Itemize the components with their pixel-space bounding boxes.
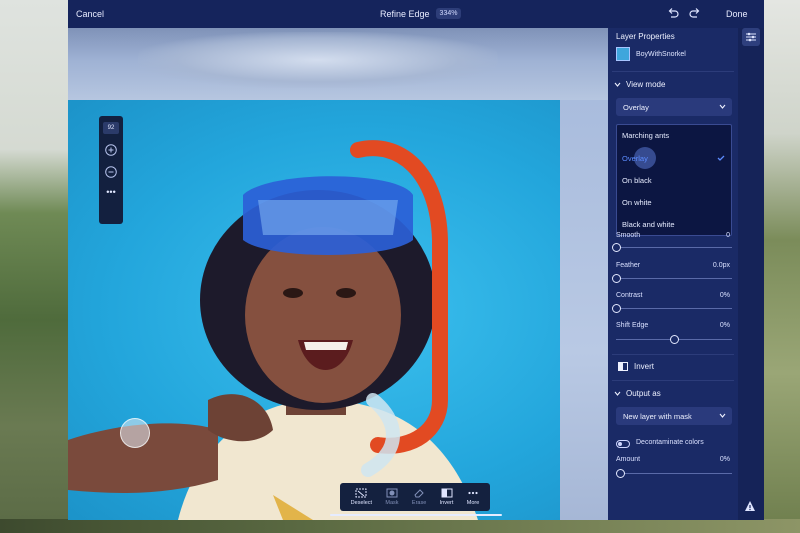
smooth-slider-knob[interactable] — [611, 243, 621, 252]
horizontal-scrollbar[interactable] — [330, 514, 502, 516]
contrast-slider-knob[interactable] — [611, 304, 621, 313]
amount-value: 0% — [719, 456, 730, 463]
chevron-down-icon — [719, 413, 726, 418]
tool-label: Mask — [385, 500, 399, 506]
output-section-toggle[interactable]: Output as — [614, 389, 661, 398]
tool-more[interactable]: More — [466, 488, 480, 506]
top-bar: Cancel Refine Edge 334% Done — [68, 0, 764, 28]
divider — [612, 380, 734, 381]
more-options-icon[interactable]: ••• — [106, 188, 115, 197]
view-mode-dropdown: Marching ants Overlay On black On white … — [616, 124, 732, 236]
contrast-value: 0% — [719, 292, 730, 299]
shift-edge-label: Shift Edge — [616, 322, 649, 329]
invert-label: Invert — [634, 362, 655, 371]
divider — [612, 71, 734, 72]
image-canvas[interactable]: 92 ••• Deselect Mask Erase Invert More — [68, 28, 608, 520]
page-title: Refine Edge — [380, 8, 430, 19]
increase-brush-icon[interactable] — [105, 144, 117, 156]
layer-name: BoyWithSnorkel — [636, 51, 686, 58]
feather-slider-knob[interactable] — [611, 274, 621, 283]
view-mode-option-on-black[interactable]: On black — [622, 176, 652, 185]
canvas-background-right — [560, 100, 608, 520]
shift-edge-value: 0% — [719, 322, 730, 329]
feather-label: Feather — [616, 262, 641, 269]
view-mode-option-overlay[interactable]: Overlay — [622, 154, 648, 163]
feather-slider-track[interactable] — [616, 278, 732, 279]
brush-size-value[interactable]: 92 — [103, 122, 119, 134]
shift-edge-slider-knob[interactable] — [669, 335, 679, 344]
tool-label: Invert — [439, 500, 454, 506]
deselect-icon — [355, 488, 367, 498]
more-icon — [468, 491, 478, 495]
tool-invert[interactable]: Invert — [439, 488, 454, 506]
smooth-slider-track[interactable] — [616, 247, 732, 248]
redo-icon[interactable] — [688, 6, 702, 20]
panel-title: Layer Properties — [616, 32, 675, 41]
warning-icon[interactable] — [744, 500, 756, 512]
decontaminate-toggle[interactable] — [616, 440, 630, 448]
view-mode-label: View mode — [626, 80, 666, 89]
smooth-label: Smooth — [616, 232, 641, 239]
decrease-brush-icon[interactable] — [105, 166, 117, 178]
mask-icon — [386, 488, 398, 498]
smooth-value: 0 — [726, 232, 730, 239]
output-select[interactable]: New layer with mask — [616, 407, 732, 425]
chevron-down-icon — [614, 82, 621, 87]
invert-button[interactable]: Invert — [618, 362, 654, 371]
tool-label: Deselect — [350, 500, 373, 506]
view-mode-option-black-and-white[interactable]: Black and white — [622, 220, 675, 229]
app-screen: Cancel Refine Edge 334% Done 92 ••• Dese… — [68, 0, 764, 520]
tool-label: Erase — [411, 500, 427, 506]
background-scenery-left — [0, 0, 70, 533]
tool-deselect[interactable]: Deselect — [351, 488, 372, 506]
bottom-toolbar: Deselect Mask Erase Invert More — [340, 483, 490, 511]
decontaminate-label: Decontaminate colors — [636, 439, 704, 446]
view-mode-select[interactable]: Overlay — [616, 98, 732, 116]
output-as-label: Output as — [626, 389, 661, 398]
cancel-button[interactable]: Cancel — [76, 9, 104, 19]
view-mode-section-toggle[interactable]: View mode — [614, 80, 665, 89]
layer-thumbnail[interactable] — [616, 47, 630, 61]
ceiling-ornament — [138, 32, 498, 88]
chevron-down-icon — [719, 104, 726, 109]
background-scenery-right — [760, 0, 800, 533]
layer-properties-panel: Layer Properties BoyWithSnorkel View mod… — [608, 28, 738, 520]
output-selected: New layer with mask — [623, 412, 692, 421]
title-group: Refine Edge 334% — [380, 8, 462, 19]
done-button[interactable]: Done — [726, 9, 748, 19]
amount-slider-knob[interactable] — [616, 469, 625, 478]
invert-icon — [618, 362, 628, 371]
amount-slider-track[interactable] — [616, 473, 732, 474]
child-with-snorkel-image — [68, 140, 478, 520]
undo-icon[interactable] — [666, 6, 680, 20]
invert-icon — [441, 488, 452, 498]
chevron-down-icon — [614, 391, 621, 396]
contrast-label: Contrast — [616, 292, 643, 299]
adjustments-icon[interactable] — [742, 28, 760, 46]
zoom-level-badge[interactable]: 334% — [435, 8, 462, 19]
tool-erase[interactable]: Erase — [412, 488, 426, 506]
photo-layer — [68, 100, 560, 520]
view-mode-option-on-white[interactable]: On white — [622, 198, 652, 207]
tool-mask[interactable]: Mask — [385, 488, 399, 506]
brush-cursor — [120, 418, 150, 448]
background-scenery-bottom — [0, 519, 800, 533]
view-mode-option-marching-ants[interactable]: Marching ants — [622, 131, 669, 140]
amount-label: Amount — [616, 456, 641, 463]
checkmark-icon — [717, 155, 725, 161]
view-mode-selected: Overlay — [623, 103, 649, 112]
erase-icon — [414, 489, 424, 498]
brush-size-toolbar: 92 ••• — [99, 116, 123, 224]
divider — [612, 354, 734, 355]
contrast-slider-track[interactable] — [616, 308, 732, 309]
tool-label: More — [466, 500, 480, 506]
canvas-background-top — [68, 28, 608, 100]
panel-rail — [738, 28, 764, 520]
feather-value: 0.0px — [712, 262, 730, 269]
